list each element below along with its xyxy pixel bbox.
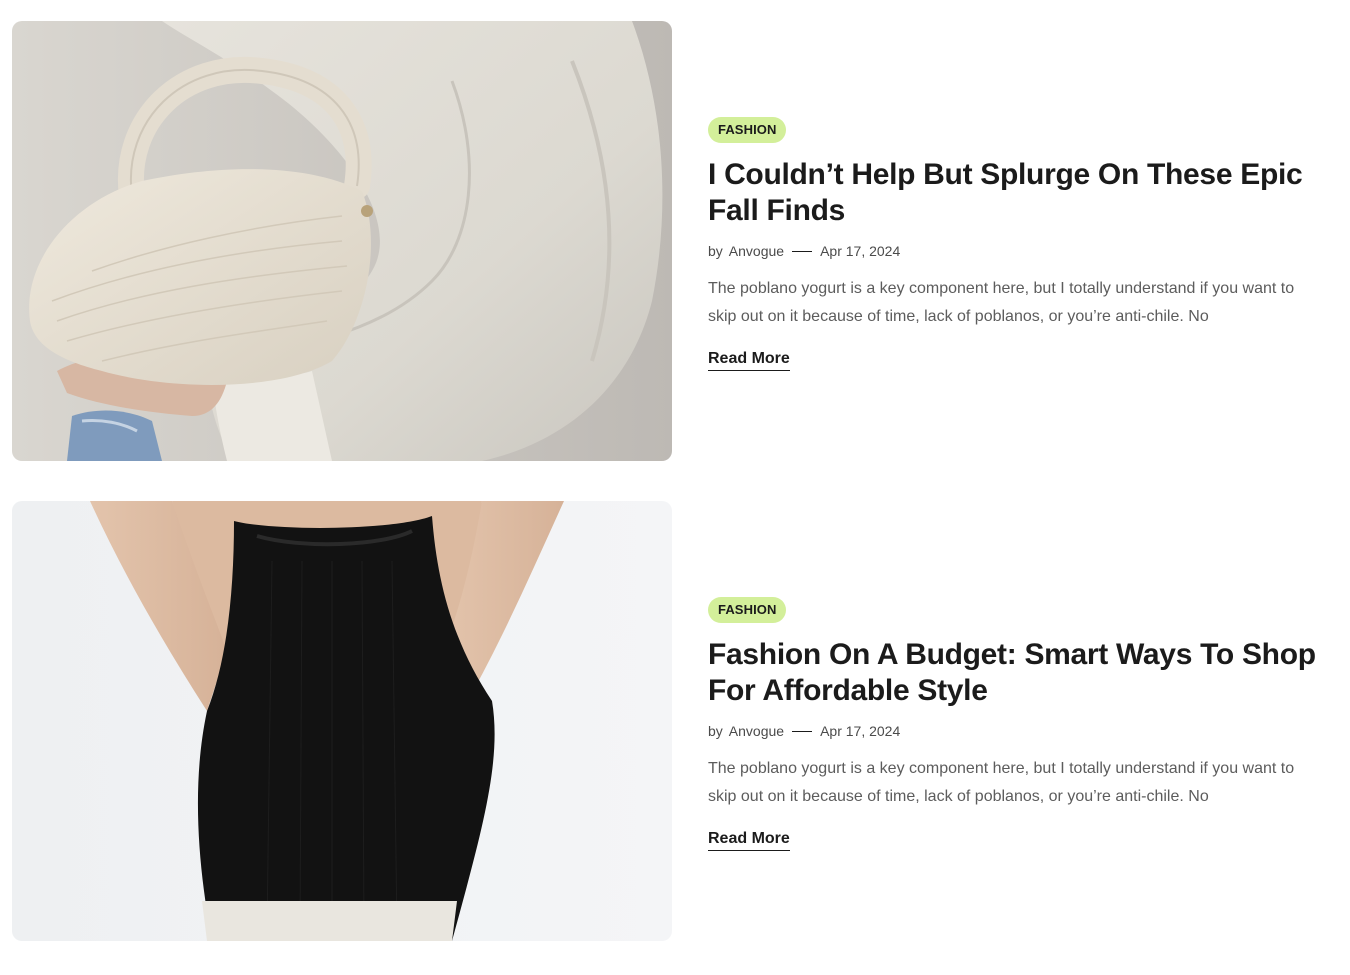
post-title[interactable]: Fashion On A Budget: Smart Ways To Shop … [708,637,1328,709]
post-date: Apr 17, 2024 [820,243,901,259]
read-more-link[interactable]: Read More [708,349,790,371]
post-meta: by Anvogue Apr 17, 2024 [708,241,1328,261]
read-more-link[interactable]: Read More [708,829,790,851]
post-content: FASHION Fashion On A Budget: Smart Ways … [708,597,1328,851]
meta-divider [792,730,813,732]
author-name[interactable]: Anvogue [729,241,784,261]
post-thumbnail[interactable] [12,21,672,461]
category-tag[interactable]: FASHION [708,597,787,623]
post-meta: by Anvogue Apr 17, 2024 [708,721,1328,741]
handbag-photo [12,21,672,461]
blog-post-card: FASHION Fashion On A Budget: Smart Ways … [12,501,1332,941]
post-content: FASHION I Couldn’t Help But Splurge On T… [708,117,1328,371]
post-title[interactable]: I Couldn’t Help But Splurge On These Epi… [708,157,1328,229]
post-date: Apr 17, 2024 [820,723,901,739]
post-excerpt: The poblano yogurt is a key component he… [708,760,1295,805]
author-name[interactable]: Anvogue [729,721,784,741]
blog-post-card: FASHION I Couldn’t Help But Splurge On T… [12,21,1332,461]
meta-divider [792,250,813,252]
category-tag[interactable]: FASHION [708,117,787,143]
by-label: by [708,723,723,739]
by-label: by [708,243,723,259]
post-excerpt: The poblano yogurt is a key component he… [708,280,1295,325]
tank-top-photo [12,501,672,941]
post-thumbnail[interactable] [12,501,672,941]
